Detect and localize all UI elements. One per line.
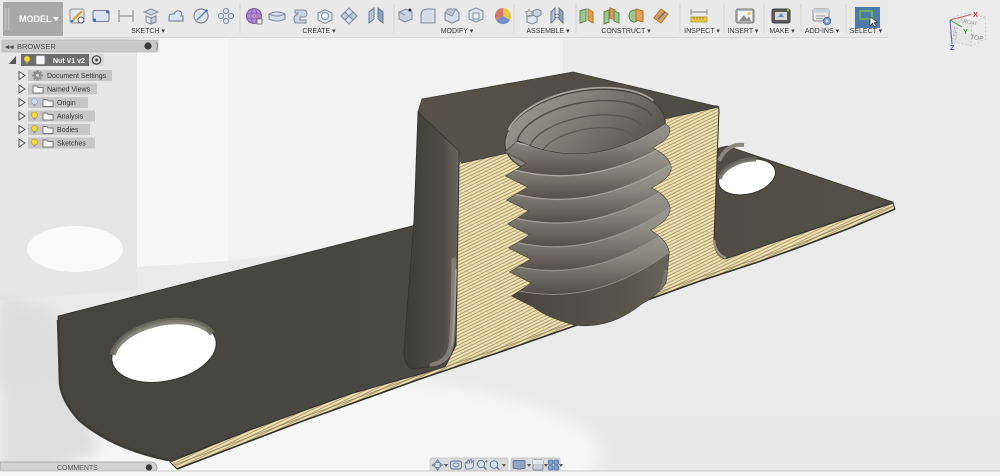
svg-text:INSERT ▾: INSERT ▾	[728, 28, 759, 35]
svg-text:Y: Y	[963, 27, 968, 36]
svg-text:CREATE ▾: CREATE ▾	[302, 28, 336, 35]
svg-text:MODIFY ▾: MODIFY ▾	[441, 28, 474, 35]
svg-text:BROWSER: BROWSER	[17, 42, 56, 51]
svg-text:Named Views: Named Views	[47, 87, 91, 94]
svg-text:CONSTRUCT ▾: CONSTRUCT ▾	[601, 28, 651, 35]
svg-text:X: X	[973, 10, 978, 19]
svg-text:MODEL: MODEL	[19, 14, 52, 24]
svg-text:Origin: Origin	[57, 100, 76, 107]
svg-text:SKETCH ▾: SKETCH ▾	[131, 28, 165, 35]
svg-text:ASSEMBLE ▾: ASSEMBLE ▾	[526, 28, 570, 35]
svg-text:Analysis: Analysis	[57, 114, 84, 121]
svg-text:+: +	[485, 459, 488, 465]
svg-text:Nut V1 v2: Nut V1 v2	[53, 58, 85, 65]
svg-text:Bodies: Bodies	[57, 127, 79, 134]
svg-text:ADD-INS ▾: ADD-INS ▾	[805, 28, 840, 35]
svg-text:Z: Z	[950, 43, 955, 52]
svg-text:◀◀: ◀◀	[5, 45, 14, 51]
svg-text:INSPECT ▾: INSPECT ▾	[684, 28, 720, 35]
svg-text:MAKE ▾: MAKE ▾	[769, 28, 795, 35]
svg-text:SELECT ▾: SELECT ▾	[850, 28, 883, 35]
svg-text:Sketches: Sketches	[57, 141, 86, 148]
svg-text:Document Settings: Document Settings	[47, 73, 107, 80]
